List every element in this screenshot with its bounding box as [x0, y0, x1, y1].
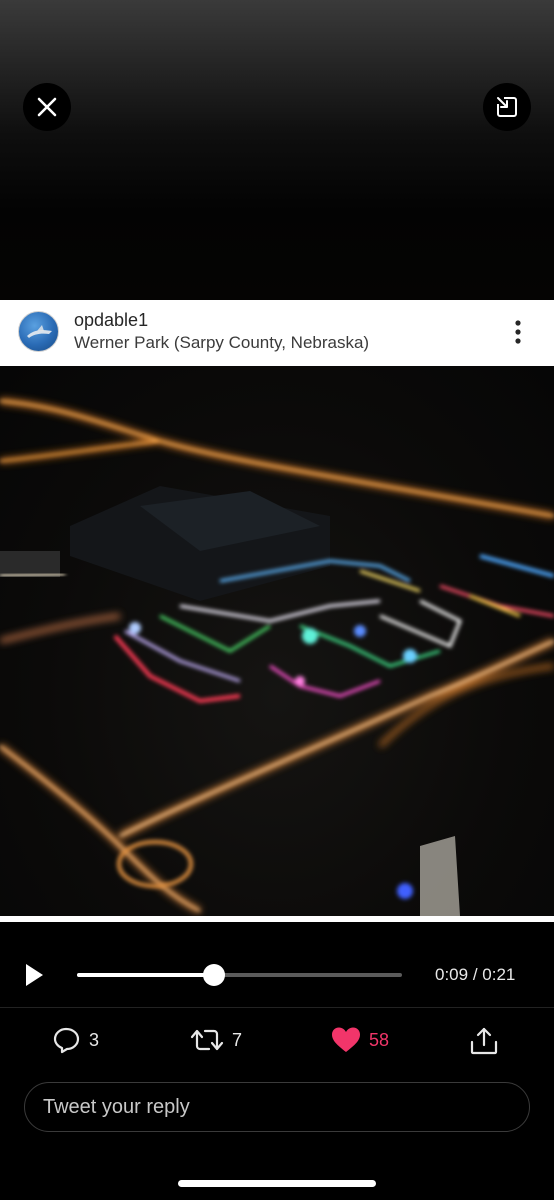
reply-icon: [53, 1027, 80, 1054]
progress-thumb[interactable]: [202, 964, 225, 986]
home-indicator[interactable]: [178, 1180, 376, 1187]
close-icon: [37, 97, 57, 117]
heart-icon: [332, 1027, 360, 1052]
video-frame[interactable]: [0, 366, 554, 916]
close-button[interactable]: [23, 83, 71, 131]
time-separator: /: [472, 965, 478, 984]
video-still-aerial-lights: [0, 398, 554, 916]
like-button[interactable]: 58: [331, 1026, 389, 1054]
play-icon[interactable]: [22, 962, 46, 988]
post-username[interactable]: opdable1: [74, 310, 148, 331]
share-button[interactable]: [469, 1026, 499, 1056]
like-count: 58: [369, 1029, 390, 1050]
reply-placeholder: Tweet your reply: [43, 1096, 190, 1118]
top-gradient: [0, 0, 554, 300]
progress-fill: [77, 973, 214, 977]
retweet-icon: [190, 1029, 224, 1051]
avatar-image: [27, 325, 52, 338]
minimize-button[interactable]: [483, 83, 531, 131]
video-controls: 0:09 / 0:21: [0, 922, 554, 1008]
retweet-button[interactable]: 7: [190, 1026, 242, 1054]
reply-button[interactable]: 3: [53, 1026, 99, 1054]
time-current: 0:09: [435, 965, 469, 984]
retweet-count: 7: [232, 1029, 243, 1050]
share-icon: [470, 1027, 498, 1055]
more-vertical-icon[interactable]: [508, 318, 528, 348]
reply-input[interactable]: Tweet your reply: [24, 1082, 530, 1132]
post-header: opdable1 Werner Park (Sarpy County, Nebr…: [0, 300, 554, 366]
reply-count: 3: [89, 1029, 100, 1050]
tweet-actions: 3 7 58: [0, 1008, 554, 1078]
minimize-icon: [497, 97, 517, 117]
time-total: 0:21: [482, 965, 516, 984]
post-location[interactable]: Werner Park (Sarpy County, Nebraska): [74, 333, 369, 353]
progress-track[interactable]: [77, 964, 402, 986]
time-readout: 0:09 / 0:21: [435, 965, 515, 985]
avatar[interactable]: [18, 311, 59, 352]
